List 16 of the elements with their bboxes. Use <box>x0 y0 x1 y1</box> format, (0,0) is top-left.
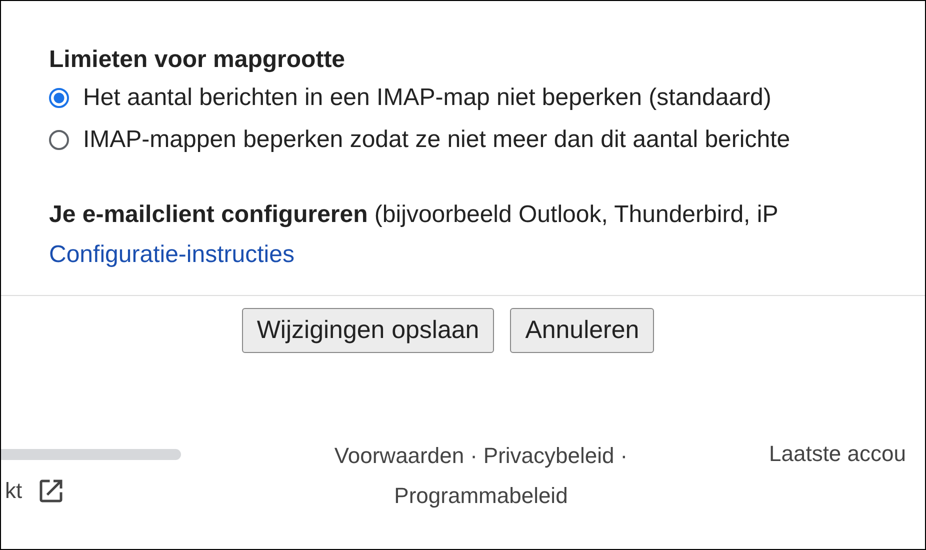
footer-link[interactable]: Privacybeleid <box>483 443 614 469</box>
separator-text: · <box>620 443 628 469</box>
save-button[interactable]: Wijzigingen opslaan <box>242 308 494 353</box>
cancel-button[interactable]: Annuleren <box>510 308 654 353</box>
footer-text: Laatste accou <box>769 441 906 466</box>
footer-link[interactable]: Voorwaarden <box>334 443 464 469</box>
footer-text: kt <box>5 478 22 504</box>
footer-link[interactable]: Programmabeleid <box>394 483 568 509</box>
radio-button[interactable] <box>49 130 69 150</box>
instructions-link[interactable]: Configuratie-instructies <box>49 235 294 275</box>
section-heading: Limieten voor mapgrootte <box>49 45 346 75</box>
radio-label: IMAP-mappen beperken zodat ze niet meer dan dit aantal berichte <box>83 126 790 154</box>
separator-text: · <box>470 443 478 469</box>
client-description: Je e-mailclient configureren (bijvoorbeeld Outlook, Thunderbird, iP <box>49 200 780 230</box>
radio-button[interactable] <box>49 88 69 108</box>
radio-label: Het aantal berichten in een IMAP-map niet beperken (standaard) <box>83 84 772 112</box>
